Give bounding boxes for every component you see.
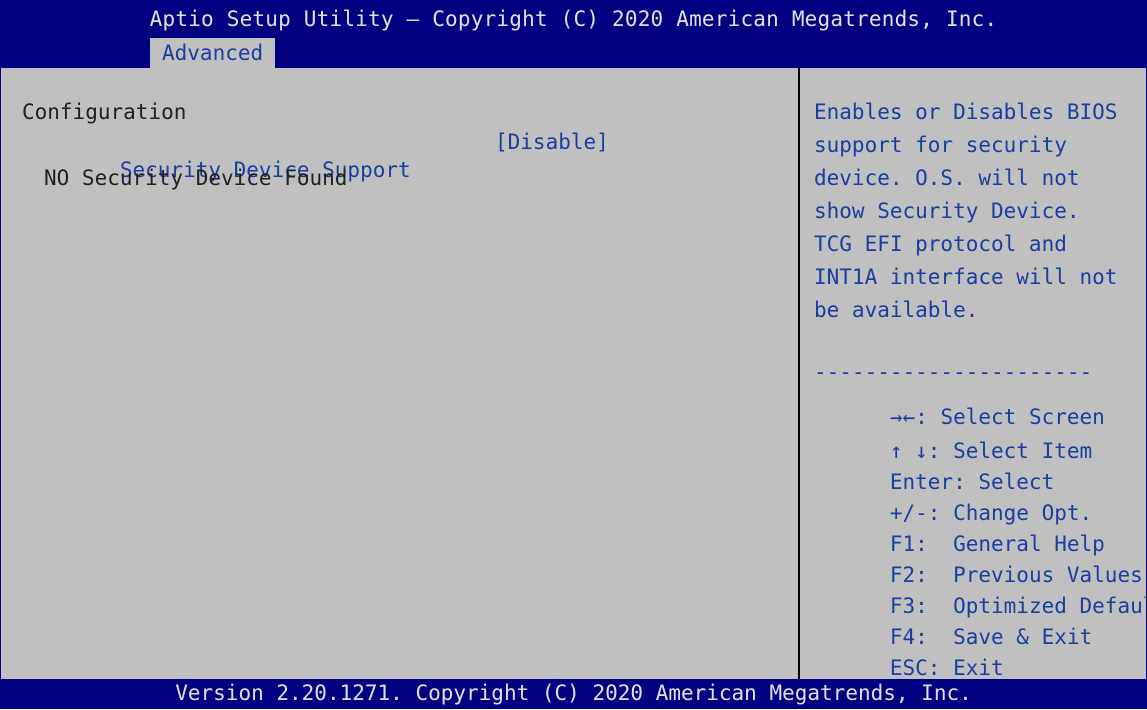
window-title: Aptio Setup Utility – Copyright (C) 2020… bbox=[149, 7, 998, 31]
setting-value-security-device-support[interactable]: [Disable] bbox=[495, 128, 609, 156]
status-text-no-device: NO Security Device Found bbox=[44, 166, 348, 190]
help-line: show Security Device. bbox=[814, 199, 1080, 223]
help-line: TCG EFI protocol and bbox=[814, 232, 1067, 256]
help-line: be available. bbox=[814, 298, 979, 322]
title-bar: Aptio Setup Utility – Copyright (C) 2020… bbox=[1, 1, 1146, 68]
tab-advanced[interactable]: Advanced bbox=[150, 38, 276, 68]
footer-bar: Version 2.20.1271. Copyright (C) 2020 Am… bbox=[1, 679, 1146, 708]
section-label-configuration: Configuration bbox=[22, 100, 187, 124]
bios-setup-window: Aptio Setup Utility – Copyright (C) 2020… bbox=[0, 0, 1147, 709]
help-line: INT1A interface will not bbox=[814, 265, 1118, 289]
help-line: Enables or Disables BIOS bbox=[814, 100, 1118, 124]
help-line: support for security bbox=[814, 133, 1067, 157]
help-line: device. O.S. will not bbox=[814, 166, 1080, 190]
version-text: Version 2.20.1271. Copyright (C) 2020 Am… bbox=[175, 681, 972, 705]
settings-panel: Configuration Security Device Support [D… bbox=[1, 68, 798, 679]
help-panel: Enables or Disables BIOS support for sec… bbox=[800, 68, 1147, 680]
